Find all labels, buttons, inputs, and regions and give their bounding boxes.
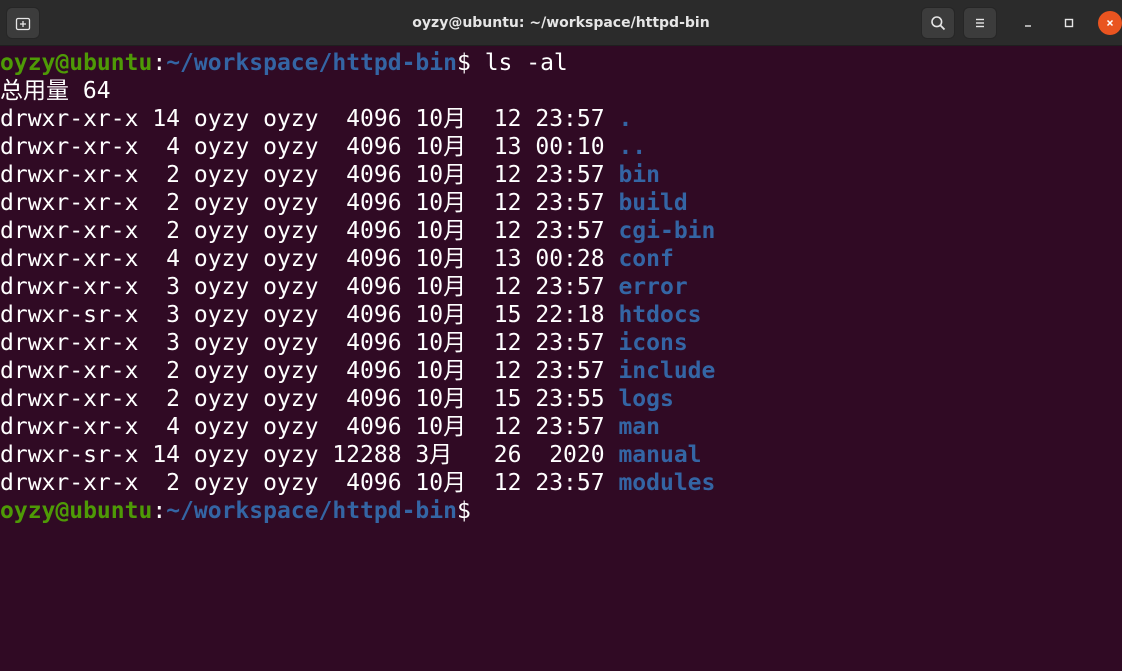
- listing-entry-name: conf: [618, 246, 674, 272]
- prompt-symbol: $: [456, 50, 471, 76]
- listing-meta: drwxr-sr-x 3 oyzy oyzy 4096 10月 15 22:18: [0, 302, 619, 328]
- close-icon: [1106, 19, 1114, 27]
- listing-entry-name: manual: [618, 442, 702, 468]
- prompt-line: oyzy@ubuntu:~/workspace/httpd-bin$: [0, 497, 471, 525]
- listing-meta: drwxr-xr-x 3 oyzy oyzy 4096 10月 12 23:57: [0, 330, 619, 356]
- listing-entry-name: cgi-bin: [618, 218, 716, 244]
- close-button[interactable]: [1098, 11, 1122, 35]
- listing-row: drwxr-xr-x 2 oyzy oyzy 4096 10月 12 23:57…: [0, 161, 660, 189]
- listing-row: drwxr-xr-x 2 oyzy oyzy 4096 10月 12 23:57…: [0, 357, 715, 385]
- listing-meta: drwxr-sr-x 14 oyzy oyzy 12288 3月 26 2020: [0, 442, 619, 468]
- maximize-button[interactable]: [1057, 11, 1081, 35]
- listing-entry-name: man: [618, 414, 660, 440]
- listing-entry-name: bin: [618, 162, 660, 188]
- search-button[interactable]: [921, 7, 955, 39]
- listing-row: drwxr-sr-x 3 oyzy oyzy 4096 10月 15 22:18…: [0, 301, 702, 329]
- listing-entry-name: ..: [618, 134, 647, 160]
- prompt-user-host: oyzy@ubuntu: [0, 50, 153, 76]
- listing-meta: drwxr-xr-x 14 oyzy oyzy 4096 10月 12 23:5…: [0, 106, 619, 132]
- listing-meta: drwxr-xr-x 2 oyzy oyzy 4096 10月 12 23:57: [0, 190, 619, 216]
- prompt-separator: :: [152, 50, 167, 76]
- listing-entry-name: htdocs: [618, 302, 702, 328]
- command-line: oyzy@ubuntu:~/workspace/httpd-bin$ ls -a…: [0, 49, 568, 77]
- listing-entry-name: error: [618, 274, 688, 300]
- listing-row: drwxr-xr-x 2 oyzy oyzy 4096 10月 15 23:55…: [0, 385, 674, 413]
- listing-entry-name: build: [618, 190, 688, 216]
- listing-meta: drwxr-xr-x 2 oyzy oyzy 4096 10月 12 23:57: [0, 218, 619, 244]
- listing-row: drwxr-sr-x 14 oyzy oyzy 12288 3月 26 2020…: [0, 441, 702, 469]
- listing-row: drwxr-xr-x 2 oyzy oyzy 4096 10月 12 23:57…: [0, 469, 715, 497]
- command-text: ls -al: [470, 50, 568, 76]
- minimize-button[interactable]: [1016, 11, 1040, 35]
- title-bar[interactable]: oyzy@ubuntu: ~/workspace/httpd-bin: [0, 0, 1122, 46]
- hamburger-menu-icon: [976, 18, 984, 28]
- listing-row: drwxr-xr-x 14 oyzy oyzy 4096 10月 12 23:5…: [0, 105, 632, 133]
- listing-meta: drwxr-xr-x 4 oyzy oyzy 4096 10月 13 00:10: [0, 134, 619, 160]
- listing-meta: drwxr-xr-x 3 oyzy oyzy 4096 10月 12 23:57: [0, 274, 619, 300]
- prompt-symbol: $: [456, 498, 471, 524]
- listing-meta: drwxr-xr-x 4 oyzy oyzy 4096 10月 12 23:57: [0, 414, 619, 440]
- total-line: 总用量 64: [0, 78, 111, 104]
- prompt-user-host: oyzy@ubuntu: [0, 498, 153, 524]
- new-tab-button[interactable]: [6, 7, 40, 39]
- listing-meta: drwxr-xr-x 2 oyzy oyzy 4096 10月 12 23:57: [0, 470, 619, 496]
- prompt-separator: :: [152, 498, 167, 524]
- maximize-icon: [1064, 18, 1074, 28]
- listing-entry-name: include: [618, 358, 716, 384]
- listing-row: drwxr-xr-x 2 oyzy oyzy 4096 10月 12 23:57…: [0, 189, 688, 217]
- listing-meta: drwxr-xr-x 2 oyzy oyzy 4096 10月 12 23:57: [0, 358, 619, 384]
- listing-meta: drwxr-xr-x 4 oyzy oyzy 4096 10月 13 00:28: [0, 246, 619, 272]
- minimize-icon: [1025, 25, 1031, 27]
- listing-row: drwxr-xr-x 3 oyzy oyzy 4096 10月 12 23:57…: [0, 273, 688, 301]
- listing-meta: drwxr-xr-x 2 oyzy oyzy 4096 10月 12 23:57: [0, 162, 619, 188]
- listing-row: drwxr-xr-x 4 oyzy oyzy 4096 10月 13 00:10…: [0, 133, 646, 161]
- listing-row: drwxr-xr-x 4 oyzy oyzy 4096 10月 12 23:57…: [0, 413, 660, 441]
- listing-entry-name: modules: [618, 470, 716, 496]
- listing-entry-name: .: [618, 106, 633, 132]
- search-icon: [931, 16, 946, 31]
- listing-row: drwxr-xr-x 3 oyzy oyzy 4096 10月 12 23:57…: [0, 329, 688, 357]
- listing-entry-name: logs: [618, 386, 674, 412]
- listing-row: drwxr-xr-x 4 oyzy oyzy 4096 10月 13 00:28…: [0, 245, 674, 273]
- listing-entry-name: icons: [618, 330, 688, 356]
- listing-row: drwxr-xr-x 2 oyzy oyzy 4096 10月 12 23:57…: [0, 217, 715, 245]
- listing-meta: drwxr-xr-x 2 oyzy oyzy 4096 10月 15 23:55: [0, 386, 619, 412]
- terminal-output[interactable]: oyzy@ubuntu:~/workspace/httpd-bin$ ls -a…: [0, 47, 1122, 660]
- prompt-path: ~/workspace/httpd-bin: [166, 50, 457, 76]
- menu-button[interactable]: [963, 7, 997, 39]
- new-tab-icon: [15, 17, 31, 31]
- prompt-path: ~/workspace/httpd-bin: [166, 498, 457, 524]
- terminal-window: oyzy@ubuntu: ~/workspace/httpd-bin oyzy@…: [0, 0, 1122, 660]
